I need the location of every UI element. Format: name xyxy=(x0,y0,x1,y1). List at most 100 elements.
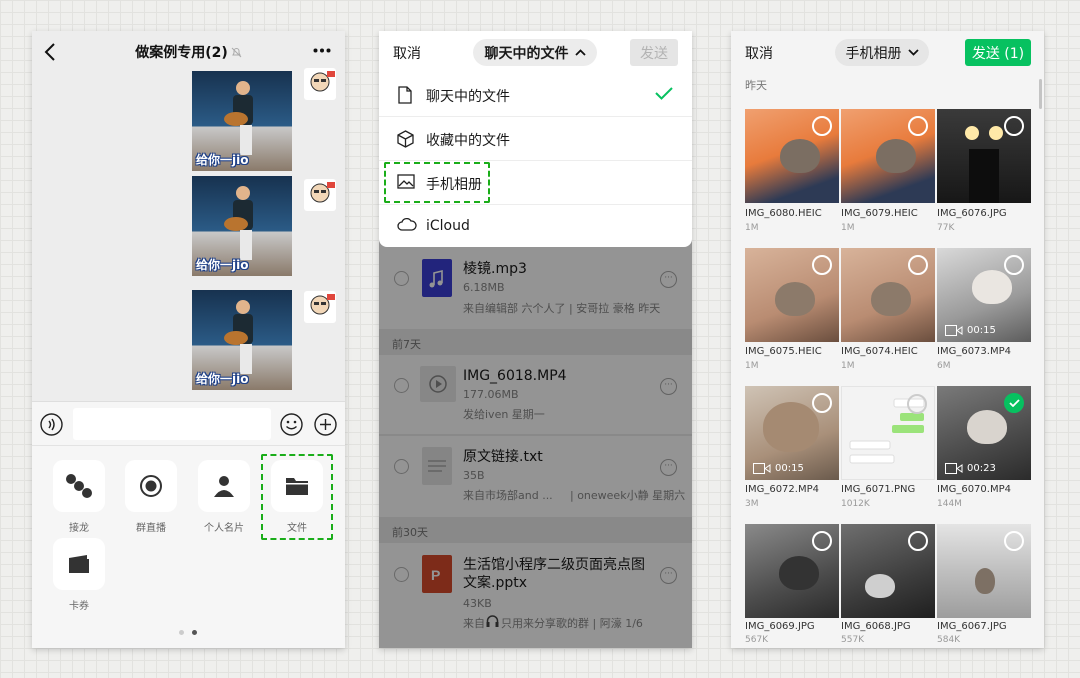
back-icon[interactable] xyxy=(44,42,56,62)
video-duration: 00:15 xyxy=(753,463,804,474)
photo-name: IMG_6080.HEIC xyxy=(745,208,822,219)
photo-thumbnail[interactable] xyxy=(745,248,839,342)
avatar[interactable] xyxy=(304,68,336,100)
cat-image xyxy=(865,574,895,598)
photo-name: IMG_6067.JPG xyxy=(937,621,1007,632)
video-thumbnail[interactable]: 00:23 xyxy=(937,386,1031,480)
highlight-box xyxy=(261,454,333,540)
page-indicator xyxy=(179,630,197,635)
select-circle[interactable] xyxy=(812,255,832,275)
guitar-singer-image xyxy=(224,300,253,374)
video-thumbnail[interactable]: 00:15 xyxy=(937,248,1031,342)
select-circle[interactable] xyxy=(812,116,832,136)
photo-name: IMG_6076.JPG xyxy=(937,208,1007,219)
person-image xyxy=(965,126,1003,203)
select-circle[interactable] xyxy=(1004,531,1024,551)
photo-size: 567K xyxy=(745,635,769,645)
select-circle[interactable] xyxy=(812,531,832,551)
photo-thumbnail[interactable] xyxy=(745,109,839,203)
avatar[interactable] xyxy=(304,291,336,323)
cancel-button[interactable]: 取消 xyxy=(745,43,773,63)
select-circle-checked[interactable] xyxy=(1004,393,1024,413)
emoji-icon[interactable] xyxy=(280,413,303,436)
photo-thumbnail[interactable] xyxy=(841,248,935,342)
mute-bell-icon xyxy=(231,47,242,57)
sticker-message[interactable]: 给你一jio xyxy=(192,290,292,390)
cat-image xyxy=(780,139,820,173)
sticker-caption: 给你一jio xyxy=(196,153,249,167)
document-icon xyxy=(398,86,412,104)
video-camera-icon xyxy=(753,463,771,474)
select-circle[interactable] xyxy=(1004,116,1024,136)
select-circle[interactable] xyxy=(908,255,928,275)
select-circle[interactable] xyxy=(1004,255,1024,275)
cat-image xyxy=(975,568,995,594)
sticker-message[interactable]: 给你一jio xyxy=(192,176,292,276)
tool-contact-card[interactable]: 个人名片 xyxy=(197,460,251,534)
avatar[interactable] xyxy=(304,179,336,211)
photo-thumbnail[interactable] xyxy=(745,524,839,618)
message-input[interactable] xyxy=(73,408,271,440)
album-dropdown[interactable]: 手机相册 xyxy=(835,39,929,66)
more-icon[interactable] xyxy=(313,48,331,53)
cat-image xyxy=(871,282,911,316)
tool-relay[interactable]: 接龙 xyxy=(52,460,106,534)
photo-thumbnail[interactable] xyxy=(841,109,935,203)
photo-size: 6M xyxy=(937,361,951,371)
photo-name: IMG_6069.JPG xyxy=(745,621,815,632)
album-header: 取消 手机相册 发送 (1) xyxy=(731,31,1044,73)
cube-icon xyxy=(397,130,414,148)
cloud-icon xyxy=(397,218,417,231)
video-camera-icon xyxy=(945,463,963,474)
more-tools-panel: 接龙 群直播 个人名片 文件 卡券 xyxy=(32,445,345,648)
check-icon xyxy=(1008,399,1020,407)
select-circle[interactable] xyxy=(812,393,832,413)
photo-thumbnail[interactable] xyxy=(937,524,1031,618)
photo-size: 3M xyxy=(745,499,759,509)
photo-name: IMG_6071.PNG xyxy=(841,484,916,495)
relay-icon xyxy=(66,474,92,498)
photo-size: 144M xyxy=(937,499,962,509)
photo-size: 1012K xyxy=(841,499,870,509)
select-circle[interactable] xyxy=(908,116,928,136)
voice-icon[interactable] xyxy=(40,413,63,436)
photo-name: IMG_6068.JPG xyxy=(841,621,911,632)
sticker-message[interactable]: 给你一jio xyxy=(192,71,292,171)
source-dropdown[interactable]: 聊天中的文件 xyxy=(473,39,597,66)
photo-name: IMG_6074.HEIC xyxy=(841,346,918,357)
tool-group-live[interactable]: 群直播 xyxy=(124,460,178,534)
menu-item-label: iCloud xyxy=(426,218,470,234)
photo-thumbnail[interactable] xyxy=(937,109,1031,203)
photo-size: 77K xyxy=(937,223,955,233)
cat-image xyxy=(876,139,916,173)
menu-item-chat-files[interactable]: 聊天中的文件 xyxy=(379,73,692,117)
chevron-up-icon xyxy=(574,49,586,56)
duration-label: 00:15 xyxy=(775,463,804,474)
photo-thumbnail[interactable] xyxy=(841,386,935,480)
video-camera-icon xyxy=(945,325,963,336)
send-button[interactable]: 发送 xyxy=(630,39,678,66)
chevron-down-icon xyxy=(907,49,919,56)
photo-size: 1M xyxy=(841,223,855,233)
date-header: 昨天 xyxy=(745,79,767,92)
menu-item-favorites[interactable]: 收藏中的文件 xyxy=(379,117,692,161)
album-screen: 取消 手机相册 发送 (1) 昨天 IMG_6080.HEIC 1M IMG_6… xyxy=(731,31,1044,648)
menu-item-photo-album[interactable]: 手机相册 xyxy=(379,161,692,205)
photo-thumbnail[interactable] xyxy=(841,524,935,618)
menu-item-label: 收藏中的文件 xyxy=(426,133,510,149)
send-button[interactable]: 发送 (1) xyxy=(965,39,1031,66)
select-circle[interactable] xyxy=(907,394,927,414)
cat-image xyxy=(967,410,1007,444)
cancel-button[interactable]: 取消 xyxy=(393,43,421,63)
cat-image xyxy=(763,402,819,452)
photo-name: IMG_6073.MP4 xyxy=(937,346,1011,357)
plus-icon[interactable] xyxy=(314,413,337,436)
video-thumbnail[interactable]: 00:15 xyxy=(745,386,839,480)
select-circle[interactable] xyxy=(908,531,928,551)
duration-label: 00:15 xyxy=(967,325,996,336)
tool-card-coupon[interactable]: 卡券 xyxy=(52,538,106,612)
chat-title: 做案例专用(2) xyxy=(135,45,228,61)
menu-item-icloud[interactable]: iCloud xyxy=(379,205,692,249)
scrollbar[interactable] xyxy=(1039,79,1042,109)
video-duration: 00:23 xyxy=(945,463,996,474)
